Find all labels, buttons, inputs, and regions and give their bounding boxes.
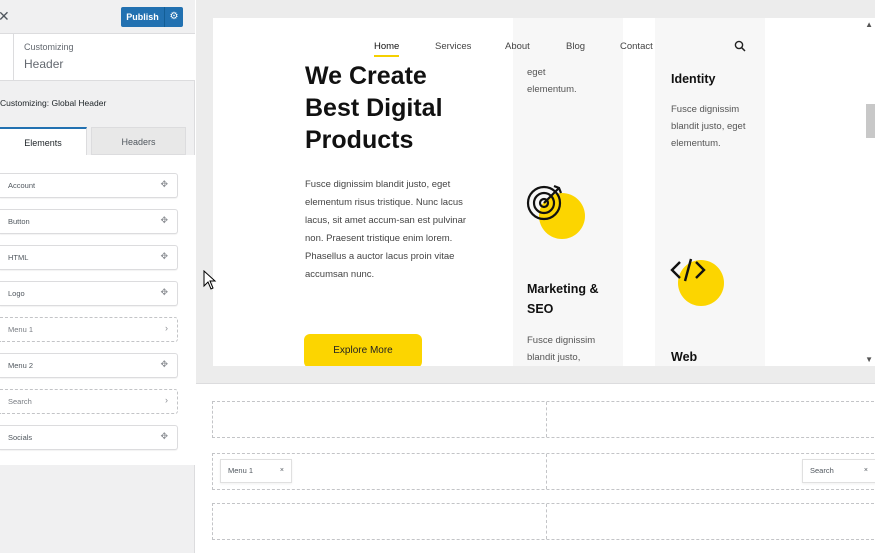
explore-more-button[interactable]: Explore More [304,334,422,366]
element-logo[interactable]: Logo ✥ [0,281,178,306]
builder-row-top[interactable] [212,401,875,438]
site-preview: Home Services About Blog Contact We Crea… [213,18,875,366]
publish-settings-button[interactable]: ⚙ [164,7,183,27]
element-label: Menu 2 [8,361,34,370]
element-button[interactable]: Button ✥ [0,209,178,234]
card-title: Web [671,350,698,364]
builder-chip-search[interactable]: Search × [802,459,875,483]
card-text: Fusce dignissim blandit justo, [527,335,596,363]
element-label: Account [8,181,36,190]
builder-column-divider [546,454,547,489]
element-label: Search [8,397,32,406]
chip-label: Search [810,466,834,475]
gear-icon: ⚙ [169,11,179,22]
tab-elements[interactable]: Elements [0,127,87,155]
customizing-label: Customizing [24,42,74,52]
builder-chip-menu-1[interactable]: Menu 1 × [220,459,292,483]
customizer-topbar: ✕ Publish ⚙ [0,0,195,34]
nav-about[interactable]: About [505,41,530,52]
element-socials[interactable]: Socials ✥ [0,425,178,450]
builder-column-divider [546,402,547,437]
card-text: eget elementum. [527,67,577,95]
nav-contact[interactable]: Contact [620,41,653,52]
scroll-down-icon[interactable]: ▼ [865,355,873,364]
header-builder: Menu 1 × Search × [196,383,875,553]
mouse-cursor-icon [203,270,217,290]
element-label: Button [8,217,30,226]
element-account[interactable]: Account ✥ [0,173,178,198]
close-icon[interactable]: ✕ [0,9,10,23]
builder-row-bottom[interactable] [212,503,875,540]
element-search[interactable]: Search › [0,389,178,414]
element-html[interactable]: HTML ✥ [0,245,178,270]
card-text: Fusce dignissim blandit justo, eget elem… [671,104,746,149]
chevron-right-icon[interactable]: › [165,323,168,333]
search-icon[interactable] [734,40,746,52]
builder-column-divider [546,504,547,539]
back-button[interactable] [13,34,14,81]
tab-headers[interactable]: Headers [91,127,186,155]
move-icon[interactable]: ✥ [160,215,168,226]
preview-scrollbar-thumb[interactable] [866,104,875,138]
customizer-sidebar: ✕ Publish ⚙ Customizing Header Customizi… [0,0,195,553]
element-label: Socials [8,433,33,442]
element-menu-2[interactable]: Menu 2 ✥ [0,353,178,378]
remove-icon[interactable]: × [864,460,868,482]
move-icon[interactable]: ✥ [160,251,168,262]
publish-button[interactable]: Publish [121,7,164,27]
hero-text: Fusce dignissim blandit justo, eget elem… [305,179,467,280]
hero-title: We Create Best Digital Products [305,62,443,154]
move-icon[interactable]: ✥ [160,179,168,190]
nav-label: Home [374,41,400,52]
element-label: HTML [8,253,29,262]
elements-list: Account ✥ Button ✥ HTML ✥ Logo ✥ Menu 1 … [0,155,195,465]
panel-tabs: Elements Headers [0,127,195,155]
section-header: Customizing Header [0,34,195,81]
panel-heading: Customizing: Global Header [0,98,107,108]
move-icon[interactable]: ✥ [160,287,168,298]
publish-group: Publish ⚙ [121,7,183,27]
remove-icon[interactable]: × [280,460,284,482]
section-title: Header [24,57,64,71]
chevron-right-icon[interactable]: › [165,395,168,405]
code-icon [670,258,706,282]
nav-home[interactable]: Home [374,41,400,57]
move-icon[interactable]: ✥ [160,359,168,370]
element-label: Menu 1 [8,325,34,334]
card-title: Marketing & SEO [527,282,599,316]
builder-row-main[interactable]: Menu 1 × Search × [212,453,875,490]
active-underline [374,55,400,57]
nav-blog[interactable]: Blog [566,41,585,52]
element-label: Logo [8,289,25,298]
element-menu-1[interactable]: Menu 1 › [0,317,178,342]
move-icon[interactable]: ✥ [160,431,168,442]
target-icon [526,184,563,221]
card-title: Identity [671,72,716,86]
scroll-up-icon[interactable]: ▲ [865,20,873,29]
chip-label: Menu 1 [228,466,254,475]
nav-services[interactable]: Services [435,41,471,52]
